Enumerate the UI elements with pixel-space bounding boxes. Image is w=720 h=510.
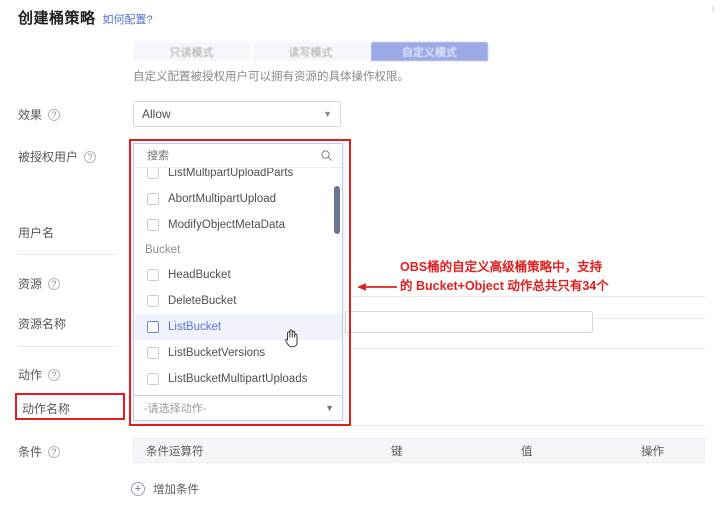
condition-table-header: 条件运算符 键 值 操作 [133, 438, 705, 463]
tabs-description: 自定义配置被授权用户可以拥有资源的具体操作权限。 [133, 71, 409, 83]
question-icon[interactable]: ? [48, 278, 61, 290]
mouse-cursor-hand-icon [285, 329, 298, 348]
action-search-input[interactable] [145, 148, 320, 163]
tab-readwrite-mode[interactable]: 读写模式 [252, 42, 369, 61]
option-list-multipart-upload-parts[interactable]: ListMultipartUploadParts [134, 168, 342, 186]
add-condition-label: 增加条件 [153, 484, 199, 496]
add-condition-button[interactable]: + 增加条件 [131, 481, 199, 497]
checkbox-icon[interactable] [147, 168, 159, 179]
question-icon[interactable]: ? [48, 109, 61, 121]
section-divider [18, 254, 116, 255]
chevron-down-icon: ▼ [325, 403, 334, 413]
option-label: DeleteBucket [168, 295, 237, 307]
action-select-popup[interactable]: ListMultipartUploadParts AbortMultipartU… [133, 143, 343, 421]
effect-label-text: 效果 [18, 108, 43, 122]
option-list-bucket-versions[interactable]: ListBucketVersions [134, 340, 342, 366]
action-select-trigger[interactable]: -请选择动作- ▼ [134, 395, 342, 420]
action-search-row[interactable] [134, 144, 342, 168]
condition-label: 条件? [18, 443, 61, 460]
username-label-text: 用户名 [18, 226, 55, 240]
option-delete-bucket[interactable]: DeleteBucket [134, 288, 342, 314]
checkbox-icon[interactable] [147, 219, 159, 231]
option-label: ListBucket [168, 321, 222, 333]
checkbox-icon[interactable] [147, 321, 159, 333]
annotation-note-line-2: 的 Bucket+Object 动作总共只有34个 [400, 279, 609, 293]
option-modify-object-metadata[interactable]: ModifyObjectMetaData [134, 212, 342, 238]
column-header-operation: 操作 [641, 445, 664, 458]
option-group-header-bucket: Bucket [134, 238, 342, 262]
action-label: 动作? [18, 366, 61, 383]
option-label: HeadBucket [168, 269, 231, 281]
option-label: ModifyObjectMetaData [168, 219, 285, 231]
option-label: ListBucketVersions [168, 347, 266, 359]
scrollbar-thumb[interactable] [334, 186, 340, 234]
effect-label: 效果? [18, 106, 61, 123]
resource-name-label: 资源名称 [18, 315, 66, 332]
principal-label-text: 被授权用户 [18, 150, 79, 164]
checkbox-icon[interactable] [147, 295, 159, 307]
tab-readonly-mode[interactable]: 只读模式 [133, 42, 250, 61]
option-head-bucket[interactable]: HeadBucket [134, 262, 342, 288]
page-title: 创建桶策略 [18, 10, 96, 27]
annotation-highlight-action-name-label [15, 393, 125, 420]
resource-name-label-text: 资源名称 [18, 317, 67, 331]
resource-name-input[interactable] [345, 311, 593, 333]
effect-select[interactable]: Allow ▼ [133, 101, 341, 127]
arrow-left-icon [357, 283, 397, 291]
condition-label-text: 条件 [18, 445, 43, 459]
action-label-text: 动作 [18, 368, 43, 382]
plus-circle-icon: + [131, 482, 145, 496]
checkbox-icon[interactable] [147, 347, 159, 359]
row-divider [352, 425, 705, 426]
question-icon[interactable]: ? [48, 369, 61, 381]
option-label: ListMultipartUploadParts [168, 168, 294, 179]
group-header-label: Bucket [145, 244, 181, 256]
option-list-bucket[interactable]: ListBucket [134, 314, 342, 340]
question-icon[interactable]: ? [48, 446, 61, 458]
option-label: AbortMultipartUpload [168, 193, 277, 205]
option-abort-multipart-upload[interactable]: AbortMultipartUpload [134, 186, 342, 212]
row-divider [352, 296, 705, 297]
annotation-note-line-1: OBS桶的自定义高级桶策略中，支持 [400, 260, 603, 274]
chevron-right-icon[interactable]: › [711, 3, 715, 15]
principal-label: 被授权用户? [18, 148, 97, 165]
resource-label-text: 资源 [18, 277, 43, 291]
action-option-list: ListMultipartUploadParts AbortMultipartU… [134, 168, 342, 392]
how-to-configure-link[interactable]: 如何配置? [103, 11, 153, 27]
annotation-note: OBS桶的自定义高级桶策略中，支持 的 Bucket+Object 动作总共只有… [400, 258, 700, 296]
policy-mode-tabs[interactable]: 只读模式 读写模式 自定义模式 [133, 42, 488, 61]
effect-select-value: Allow [142, 107, 171, 121]
column-header-value: 值 [521, 445, 533, 458]
username-label: 用户名 [18, 224, 54, 241]
tab-custom-mode[interactable]: 自定义模式 [371, 42, 488, 61]
action-option-scroll-area[interactable]: ListMultipartUploadParts AbortMultipartU… [134, 168, 342, 396]
resource-label: 资源? [18, 275, 61, 292]
search-icon[interactable] [320, 149, 333, 162]
checkbox-icon[interactable] [147, 269, 159, 281]
page-header: 创建桶策略 如何配置? [18, 7, 153, 28]
column-header-operator: 条件运算符 [146, 445, 204, 458]
row-divider [352, 348, 705, 349]
action-select-placeholder: -请选择动作- [144, 403, 207, 415]
option-list-bucket-multipart-uploads[interactable]: ListBucketMultipartUploads [134, 366, 342, 392]
column-header-key: 键 [391, 445, 403, 458]
section-divider [18, 346, 116, 347]
checkbox-icon[interactable] [147, 193, 159, 205]
checkbox-icon[interactable] [147, 373, 159, 385]
chevron-down-icon: ▼ [323, 109, 332, 119]
question-icon[interactable]: ? [84, 151, 97, 163]
option-label: ListBucketMultipartUploads [168, 373, 308, 385]
option-list-scrollbar[interactable] [334, 170, 340, 394]
